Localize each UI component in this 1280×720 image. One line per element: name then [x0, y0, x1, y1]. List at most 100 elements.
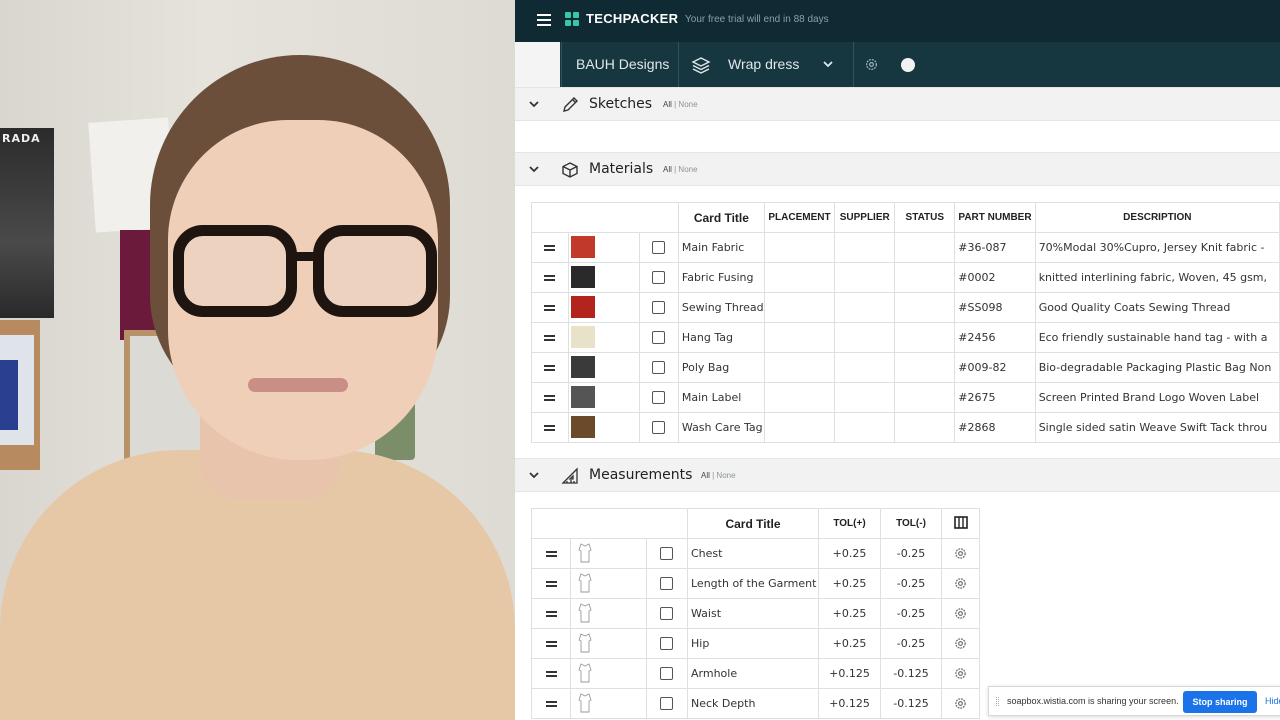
- material-title[interactable]: Poly Bag: [677, 352, 765, 383]
- tol-plus[interactable]: +0.25: [818, 538, 881, 569]
- description[interactable]: Screen Printed Brand Logo Woven Label: [1034, 382, 1280, 413]
- gear-icon[interactable]: [954, 697, 967, 710]
- supplier-cell[interactable]: [834, 352, 896, 383]
- supplier-cell[interactable]: [834, 262, 896, 293]
- drag-handle-icon[interactable]: [545, 611, 557, 617]
- select-all[interactable]: All: [701, 471, 710, 480]
- supplier-cell[interactable]: [834, 232, 896, 263]
- chevron-down-icon[interactable]: [822, 59, 834, 69]
- collapse-chevron-icon[interactable]: [529, 471, 539, 479]
- measurement-title[interactable]: Chest: [687, 538, 819, 569]
- row-checkbox[interactable]: [652, 241, 666, 255]
- gear-icon[interactable]: [864, 57, 879, 72]
- header-description[interactable]: DESCRIPTION: [1034, 202, 1280, 233]
- drag-handle-icon[interactable]: [544, 365, 556, 371]
- select-toggle[interactable]: All | None: [663, 100, 698, 109]
- tol-plus[interactable]: +0.125: [818, 658, 881, 689]
- tol-minus[interactable]: -0.25: [880, 538, 942, 569]
- description[interactable]: Single sided satin Weave Swift Tack thro…: [1034, 412, 1280, 443]
- supplier-cell[interactable]: [834, 292, 896, 323]
- measurement-title[interactable]: Neck Depth: [687, 688, 819, 719]
- select-all[interactable]: All: [663, 100, 672, 109]
- drag-handle-cell[interactable]: [531, 598, 571, 629]
- table-row[interactable]: Hang Tag #2456 Eco friendly sustainable ha…: [531, 322, 1280, 353]
- measurement-title[interactable]: Hip: [687, 628, 819, 659]
- part-number[interactable]: #0002: [954, 262, 1036, 293]
- tol-plus[interactable]: +0.25: [818, 568, 881, 599]
- collapse-chevron-icon[interactable]: [529, 100, 539, 108]
- row-checkbox[interactable]: [660, 637, 674, 651]
- table-row[interactable]: Neck Depth +0.125 -0.125: [531, 688, 980, 719]
- header-supplier[interactable]: SUPPLIER: [834, 202, 896, 233]
- select-none[interactable]: | None: [674, 165, 697, 174]
- drag-handle-cell[interactable]: [531, 292, 569, 323]
- drag-handle-icon[interactable]: [545, 641, 557, 647]
- row-settings-cell[interactable]: [941, 568, 980, 599]
- row-settings-cell[interactable]: [941, 688, 980, 719]
- checkbox-cell[interactable]: [645, 628, 689, 659]
- placement-cell[interactable]: [763, 292, 836, 323]
- collapse-chevron-icon[interactable]: [529, 165, 539, 173]
- tol-minus[interactable]: -0.125: [880, 658, 942, 689]
- status-cell[interactable]: [894, 292, 956, 323]
- checkbox-cell[interactable]: [645, 568, 689, 599]
- product-selector[interactable]: Wrap dress: [728, 42, 799, 87]
- table-row[interactable]: Main Label #2675 Screen Printed Brand Logo…: [531, 382, 1280, 413]
- placement-cell[interactable]: [763, 382, 836, 413]
- table-row[interactable]: Armhole +0.125 -0.125: [531, 658, 980, 689]
- row-checkbox[interactable]: [652, 271, 666, 285]
- description[interactable]: knitted interlining fabric, Woven, 45 gs…: [1034, 262, 1280, 293]
- select-toggle[interactable]: All | None: [663, 165, 698, 174]
- measurement-title[interactable]: Armhole: [687, 658, 819, 689]
- drag-handle-icon[interactable]: [545, 551, 557, 557]
- checkbox-cell[interactable]: [639, 322, 679, 353]
- row-settings-cell[interactable]: [941, 658, 980, 689]
- row-checkbox[interactable]: [660, 547, 674, 561]
- row-checkbox[interactable]: [652, 421, 666, 435]
- drag-handle-icon[interactable]: [544, 275, 556, 281]
- status-cell[interactable]: [894, 322, 956, 353]
- checkbox-cell[interactable]: [639, 232, 679, 263]
- table-row[interactable]: Length of the Garment +0.25 -0.25: [531, 568, 980, 599]
- description[interactable]: Bio-degradable Packaging Plastic Bag Non: [1034, 352, 1280, 383]
- table-row[interactable]: Fabric Fusing #0002 knitted interlining fa…: [531, 262, 1280, 293]
- select-toggle[interactable]: All | None: [701, 471, 736, 480]
- drag-handle-icon[interactable]: [544, 305, 556, 311]
- gear-icon[interactable]: [954, 547, 967, 560]
- row-settings-cell[interactable]: [941, 598, 980, 629]
- status-cell[interactable]: [894, 412, 956, 443]
- gear-icon[interactable]: [954, 637, 967, 650]
- status-cell[interactable]: [894, 382, 956, 413]
- drag-handle-cell[interactable]: [531, 382, 569, 413]
- tol-minus[interactable]: -0.125: [880, 688, 942, 719]
- header-status[interactable]: STATUS: [894, 202, 956, 233]
- header-card-title[interactable]: Card Title: [677, 202, 765, 233]
- part-number[interactable]: #009-82: [954, 352, 1036, 383]
- gear-icon[interactable]: [954, 667, 967, 680]
- drag-handle-icon[interactable]: [544, 245, 556, 251]
- table-row[interactable]: Waist +0.25 -0.25: [531, 598, 980, 629]
- placement-cell[interactable]: [763, 232, 836, 263]
- row-checkbox[interactable]: [660, 667, 674, 681]
- drag-handle-cell[interactable]: [531, 538, 571, 569]
- hamburger-icon[interactable]: [537, 14, 551, 26]
- tol-plus[interactable]: +0.125: [818, 688, 881, 719]
- table-row[interactable]: Hip +0.25 -0.25: [531, 628, 980, 659]
- checkbox-cell[interactable]: [645, 688, 689, 719]
- row-checkbox[interactable]: [652, 361, 666, 375]
- row-checkbox[interactable]: [660, 607, 674, 621]
- description[interactable]: 70%Modal 30%Cupro, Jersey Knit fabric -: [1034, 232, 1280, 263]
- placement-cell[interactable]: [763, 322, 836, 353]
- checkbox-cell[interactable]: [645, 598, 689, 629]
- placement-cell[interactable]: [763, 352, 836, 383]
- gear-icon[interactable]: [954, 577, 967, 590]
- columns-header[interactable]: [941, 508, 980, 539]
- drag-handle-icon[interactable]: [545, 701, 557, 707]
- supplier-cell[interactable]: [834, 382, 896, 413]
- checkbox-cell[interactable]: [639, 352, 679, 383]
- drag-handle-cell[interactable]: [531, 568, 571, 599]
- checkbox-cell[interactable]: [639, 412, 679, 443]
- status-toggle[interactable]: [901, 58, 915, 72]
- part-number[interactable]: #36-087: [954, 232, 1036, 263]
- header-part-number[interactable]: PART NUMBER: [954, 202, 1036, 233]
